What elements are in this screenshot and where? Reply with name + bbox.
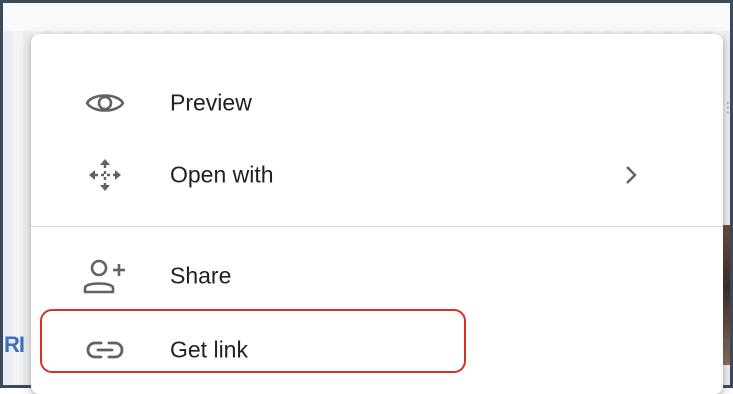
- menu-item-get-link[interactable]: Get link: [31, 322, 723, 378]
- chevron-right-icon: [621, 163, 641, 187]
- menu-item-open-with[interactable]: Open with: [31, 147, 723, 203]
- menu-item-label: Share: [170, 262, 232, 289]
- menu-item-share[interactable]: Share: [31, 248, 723, 304]
- menu-item-label: Get link: [170, 336, 248, 363]
- context-menu: Preview Open with Share Get link: [31, 34, 723, 394]
- link-icon: [83, 332, 127, 368]
- background-text-fragment-right: Y: [723, 333, 730, 359]
- menu-item-preview[interactable]: Preview: [31, 75, 723, 131]
- menu-item-label: Preview: [170, 89, 252, 116]
- person-add-icon: [83, 258, 127, 294]
- menu-item-label: Open with: [170, 161, 274, 188]
- background-text-fragment-left: RI: [4, 332, 25, 357]
- background-toolbar: [3, 3, 730, 31]
- move-arrows-icon: [83, 157, 127, 193]
- eye-icon: [83, 85, 127, 121]
- menu-divider: [31, 226, 723, 227]
